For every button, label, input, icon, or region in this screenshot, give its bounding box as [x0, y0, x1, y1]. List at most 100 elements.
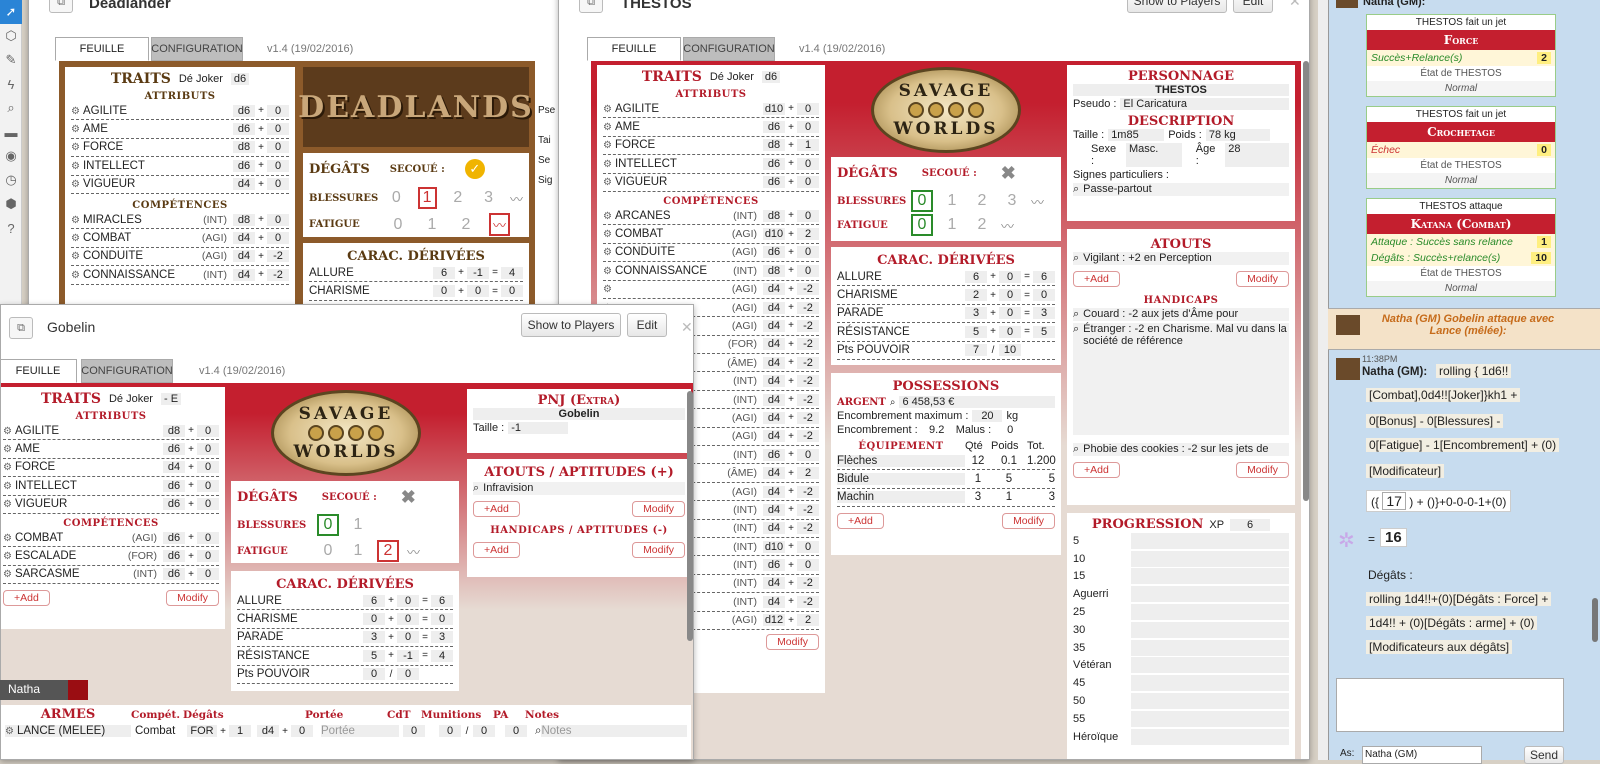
weapon-skill[interactable]: Combat [135, 725, 187, 737]
dice-icon[interactable]: ⬢ [0, 192, 22, 216]
die-value[interactable]: d4 [763, 503, 785, 516]
equip-qty[interactable]: 3 [965, 491, 991, 503]
progression-field[interactable] [1131, 675, 1289, 692]
tab-configuration[interactable]: CONFIGURATION [683, 37, 775, 61]
modifier-value[interactable]: -2 [797, 375, 819, 388]
carac-bonus[interactable]: 0 [999, 325, 1021, 338]
fatigue-1[interactable]: 1 [347, 540, 369, 562]
modify-button[interactable]: Modify [166, 590, 219, 607]
carac-bonus[interactable]: 0 [397, 613, 419, 626]
heartbeat-icon[interactable]: 〰 [1001, 216, 1014, 235]
taille-value[interactable]: 1m85 [1108, 129, 1165, 141]
attribute-name[interactable]: ÂME [3, 443, 163, 455]
carac-bonus[interactable]: 0 [999, 307, 1021, 320]
die-value[interactable]: d4 [763, 283, 785, 296]
show-to-players-button[interactable]: Show to Players [521, 313, 621, 337]
secoue-check-icon[interactable]: ✓ [464, 159, 485, 179]
argent-value[interactable]: 6 458,53 € [899, 396, 1055, 408]
tab-configuration[interactable]: CONFIGURATION [151, 37, 243, 61]
die-value[interactable]: d4 [763, 411, 785, 424]
character-name[interactable]: THESTOS [1073, 84, 1289, 96]
equip-total[interactable]: 3 [1027, 491, 1055, 503]
carac-bonus[interactable]: -1 [467, 266, 489, 279]
modifier-value[interactable]: 0 [267, 159, 289, 172]
attribute-name[interactable]: FORCE [3, 461, 163, 473]
scrollbar[interactable] [687, 391, 693, 641]
die-value[interactable]: d8 [163, 424, 185, 437]
modifier-value[interactable]: -2 [797, 393, 819, 406]
modifier-value[interactable]: 0 [267, 213, 289, 226]
send-button[interactable]: Send [1524, 746, 1564, 764]
carac-base[interactable]: 5 [363, 649, 385, 662]
die-value[interactable]: d10 [763, 102, 785, 115]
weapon-mod2[interactable]: 0 [291, 725, 313, 738]
wound-1[interactable]: 1 [347, 514, 369, 536]
popout-icon[interactable]: ⧉ [579, 0, 603, 13]
equip-qty[interactable]: 1 [965, 473, 991, 485]
carac-bonus[interactable]: 0 [999, 289, 1021, 302]
die-value[interactable]: d4 [763, 356, 785, 369]
atout-item[interactable]: Infravision [483, 482, 533, 495]
modify-button[interactable]: Modify [1236, 462, 1289, 478]
carac-base[interactable]: 6 [965, 270, 987, 283]
heartbeat-icon[interactable]: 〰 [1031, 192, 1044, 211]
progression-field[interactable] [1131, 657, 1289, 674]
modifier-value[interactable]: 2 [797, 614, 819, 627]
die-value[interactable]: d4 [233, 232, 255, 245]
tab-feuille[interactable]: FEUILLE [55, 37, 149, 61]
die-value[interactable]: d8 [763, 264, 785, 277]
modifier-value[interactable]: -2 [797, 319, 819, 332]
fatigue-0[interactable]: 0 [317, 540, 339, 562]
modifier-value[interactable]: -2 [797, 522, 819, 535]
attribute-name[interactable]: AGILITÉ [71, 105, 233, 117]
lightning-icon[interactable]: ϟ [0, 72, 22, 96]
die-value[interactable]: d6 [763, 559, 785, 572]
modifier-value[interactable]: 0 [267, 232, 289, 245]
show-to-players-button[interactable]: Show to Players [1127, 0, 1227, 13]
heartbeat-icon[interactable]: 〰 [510, 189, 523, 208]
modifier-value[interactable]: -2 [797, 283, 819, 296]
sexe-value[interactable]: Masc. [1126, 143, 1182, 167]
pseudo-value[interactable]: El Caricatura [1120, 98, 1289, 110]
carac-base[interactable]: 0 [433, 285, 455, 298]
modifier-value[interactable]: 0 [267, 141, 289, 154]
die-value[interactable]: d6 [233, 123, 255, 136]
attribute-name[interactable]: INTELLECT [3, 480, 163, 492]
modifier-value[interactable]: -2 [797, 485, 819, 498]
die-value[interactable]: d6 [763, 157, 785, 170]
handicap-item[interactable]: Étranger : -2 en Charisme. Mal vu dans l… [1083, 323, 1289, 435]
age-value[interactable]: 28 [1225, 143, 1289, 167]
fatigue-0[interactable]: 0 [911, 214, 933, 236]
brush-icon[interactable]: ✎ [0, 48, 22, 72]
die-value[interactable]: d12 [763, 614, 785, 627]
wound-2[interactable]: 2 [449, 187, 468, 209]
attribute-name[interactable]: INTELLECT [603, 158, 763, 170]
carac-base[interactable]: 3 [363, 631, 385, 644]
weapon-ammo[interactable]: 0 [439, 725, 461, 738]
weapon-range[interactable]: Portée [321, 725, 399, 738]
joker-value[interactable]: d6 [761, 71, 781, 83]
modify-button[interactable]: Modify [1002, 513, 1055, 530]
progression-field[interactable] [1131, 586, 1289, 603]
modify-button[interactable]: Modify [632, 501, 685, 517]
handicap-item[interactable]: Couard : -2 aux jets d'Âme pour [1083, 308, 1238, 321]
die-value[interactable]: d6 [163, 479, 185, 492]
fatigue-1[interactable]: 1 [421, 214, 443, 236]
modify-button[interactable]: Modify [1236, 271, 1289, 287]
equip-weight[interactable]: 1 [991, 491, 1027, 503]
modifier-value[interactable]: 0 [197, 531, 219, 544]
die-value[interactable]: d6 [163, 443, 185, 456]
modifier-value[interactable]: -2 [797, 338, 819, 351]
carac-base[interactable]: 2 [965, 289, 987, 302]
die-value[interactable]: d10 [763, 228, 785, 241]
equip-name[interactable]: Flèches [837, 454, 965, 467]
skill-name[interactable]: ARCANES [603, 210, 719, 222]
cube-icon[interactable]: ⬡ [0, 24, 22, 48]
die-value[interactable]: d4 [763, 375, 785, 388]
progression-field[interactable] [1131, 693, 1289, 710]
add-button[interactable]: +Add [3, 590, 50, 607]
popout-icon[interactable]: ⧉ [49, 0, 73, 13]
add-button[interactable]: +Add [837, 513, 884, 530]
progression-field[interactable] [1131, 604, 1289, 621]
weapon-cdt[interactable]: 0 [403, 725, 425, 738]
